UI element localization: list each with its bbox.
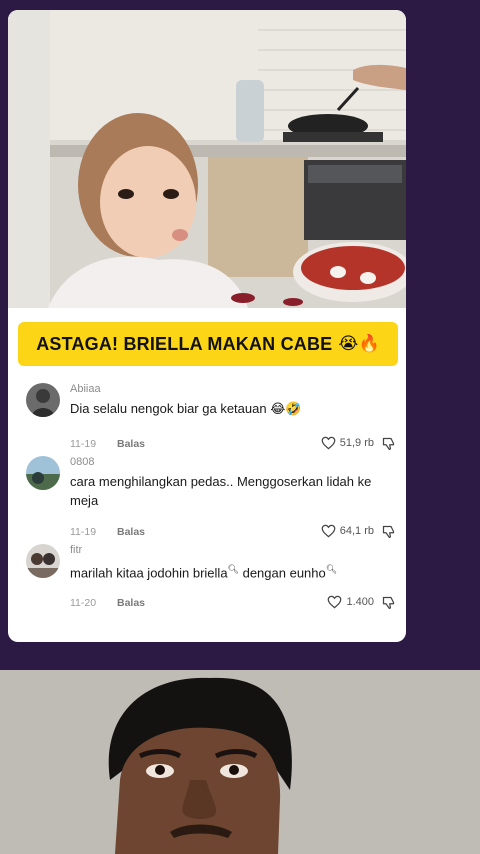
dislike-button[interactable] [381, 524, 396, 539]
video-frame-image [8, 10, 406, 308]
heart-outline-icon [321, 524, 336, 538]
comment-text-part: dengan [238, 565, 290, 581]
comment-text-part: marilah kitaa jodohin [70, 565, 193, 581]
dislike-button[interactable] [381, 595, 396, 610]
headline-banner: ASTAGA! BRIELLA MAKAN CABE 😭🔥 [18, 322, 398, 366]
avatar[interactable] [26, 544, 60, 578]
comment-date: 11-19 [70, 438, 97, 450]
comment-username[interactable]: 0808 [70, 456, 94, 468]
like-count: 51,9 rb [339, 437, 374, 449]
webcam-reaction-video [0, 670, 480, 854]
like-button[interactable]: 51,9 rb [321, 436, 374, 450]
search-magnifier-icon: 🔍︎ [325, 564, 338, 574]
dislike-button[interactable] [381, 436, 396, 451]
thumbs-down-icon [382, 437, 395, 451]
comment-meta: 11-19 Balas [70, 438, 145, 450]
like-button[interactable]: 64,1 rb [321, 524, 374, 538]
headline-title: ASTAGA! BRIELLA MAKAN CABE [36, 333, 333, 354]
comment-card: ASTAGA! BRIELLA MAKAN CABE 😭🔥 Abiiaa Dia… [8, 10, 406, 642]
like-count: 64,1 rb [339, 525, 374, 537]
heart-outline-icon [321, 436, 336, 450]
search-magnifier-icon: 🔍︎ [227, 564, 239, 574]
search-link-briella[interactable]: briella [193, 565, 228, 580]
comment-text: Dia selalu nengok biar ga ketauan 😂🤣 [70, 401, 302, 416]
search-link-eunho[interactable]: eunho [290, 565, 326, 580]
reaction-person-image [0, 670, 480, 854]
reply-button[interactable]: Balas [117, 526, 145, 538]
like-count: 1.400 [346, 596, 374, 608]
comment-item: Abiiaa Dia selalu nengok biar ga ketauan… [26, 383, 396, 451]
comment-item: fitr marilah kitaa jodohin briella🔍︎ den… [26, 544, 396, 614]
reply-button[interactable]: Balas [117, 438, 145, 450]
comment-meta: 11-19 Balas [70, 526, 145, 538]
comment-username[interactable]: Abiiaa [70, 383, 101, 395]
headline-emoji: 😭🔥 [338, 334, 380, 353]
heart-outline-icon [328, 595, 342, 609]
kitchen-photo [8, 10, 406, 308]
comment-date: 11-19 [70, 526, 97, 538]
comment-meta: 11-20 Balas [70, 597, 145, 609]
reply-button[interactable]: Balas [117, 597, 145, 609]
avatar[interactable] [26, 456, 60, 490]
like-button[interactable]: 1.400 [327, 595, 374, 609]
comment-date: 11-20 [70, 597, 97, 609]
comment-text: marilah kitaa jodohin briella🔍︎ dengan e… [70, 560, 390, 582]
comment-text: cara menghilangkan pedas.. Menggoserkan … [70, 474, 372, 508]
comment-item: 0808 cara menghilangkan pedas.. Menggose… [26, 456, 396, 539]
thumbs-down-icon [382, 525, 395, 539]
comment-username[interactable]: fitr [70, 544, 82, 556]
thumbs-down-icon [382, 596, 395, 610]
avatar[interactable] [26, 383, 60, 417]
